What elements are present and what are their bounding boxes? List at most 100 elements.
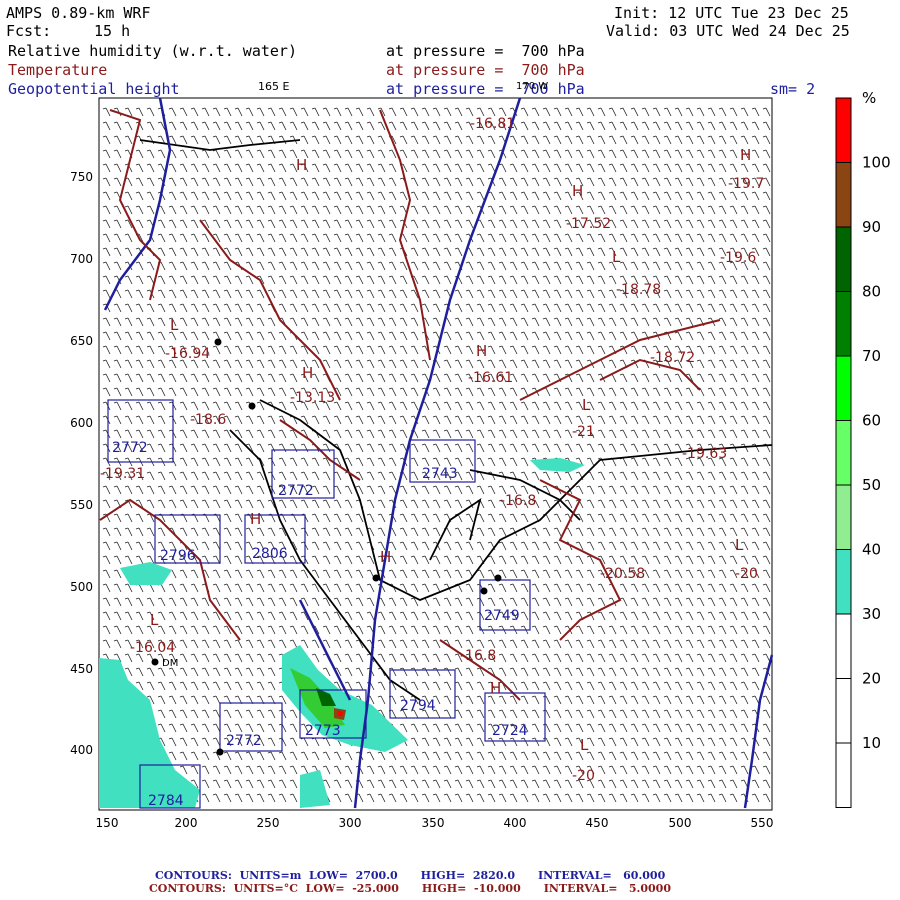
low-marker: L: [170, 316, 179, 334]
x-tick-label: 350: [422, 816, 445, 830]
height-value: 2794: [400, 698, 436, 714]
temperature-value: -19.7: [728, 176, 764, 192]
high-marker: H: [740, 146, 751, 164]
high-marker: H: [380, 548, 391, 566]
colorbar-segment: [835, 162, 852, 228]
height-value: 2772: [226, 733, 262, 749]
low-marker: L: [150, 611, 159, 629]
height-value: 2772: [278, 483, 314, 499]
temperature-value: -19.6: [720, 250, 756, 266]
x-tick-label: 300: [339, 816, 362, 830]
high-marker: H: [572, 182, 583, 200]
temperature-value: -16.81: [470, 116, 515, 132]
colorbar-segment: [835, 97, 852, 163]
colorbar-segment: [835, 355, 852, 421]
station-dot: [372, 574, 380, 582]
temperature-value: -16.04: [130, 640, 175, 656]
high-marker: H: [302, 364, 313, 382]
temperature-value: -18.78: [616, 282, 661, 298]
y-tick-label: 650: [70, 334, 93, 348]
footer-temp-low: LOW= -25.000: [305, 882, 399, 895]
footer-temp-units: UNITS=°C: [233, 882, 298, 895]
colorbar-segment: [835, 549, 852, 615]
colorbar-label: 10: [862, 734, 881, 752]
y-tick-label: 700: [70, 252, 93, 266]
height-value: 2772: [112, 440, 148, 456]
colorbar-segment: [835, 226, 852, 292]
temperature-value: -20: [572, 768, 595, 784]
station-dot: [248, 402, 256, 410]
colorbar-segment: [835, 484, 852, 550]
footer-height-contours: CONTOURS: UNITS=m LOW= 2700.0 HIGH= 2820…: [155, 869, 665, 882]
colorbar-label: 50: [862, 476, 881, 494]
temperature-value: -19.31: [100, 466, 145, 482]
height-value: 2784: [148, 793, 184, 809]
x-tick-label: 150: [96, 816, 119, 830]
footer-height-high: HIGH= 2820.0: [420, 869, 515, 882]
height-value: 2806: [252, 546, 288, 562]
colorbar-label: 60: [862, 412, 881, 430]
y-tick-label: 400: [70, 743, 93, 757]
height-value: 2724: [492, 723, 528, 739]
temperature-value: -19.63: [682, 446, 727, 462]
height-value: 2749: [484, 608, 520, 624]
x-axis-ticks: 150 200 250 300 350 400 450 500 550: [96, 816, 774, 830]
colorbar-segment: [835, 420, 852, 486]
footer-temp-contours: CONTOURS: UNITS=°C LOW= -25.000 HIGH= -1…: [149, 882, 671, 895]
temperature-value: -16.61: [468, 370, 513, 386]
colorbar-label: 100: [862, 154, 891, 172]
height-value: 2773: [305, 723, 341, 739]
low-marker: L: [582, 396, 591, 414]
colorbar-segment: [835, 291, 852, 357]
low-marker: L: [612, 248, 621, 266]
temperature-value: -17.52: [566, 216, 611, 232]
x-tick-label: 550: [751, 816, 774, 830]
footer-temp-interval: INTERVAL= 5.0000: [543, 882, 671, 895]
temperature-value: -13.13: [290, 390, 335, 406]
colorbar-unit: %: [862, 89, 876, 107]
footer-temp-prefix: CONTOURS:: [149, 882, 226, 895]
low-marker: L: [735, 536, 744, 554]
station-dot: [480, 587, 488, 595]
station-dot: [216, 748, 224, 756]
high-marker: H: [476, 342, 487, 360]
colorbar-label: 70: [862, 347, 881, 365]
temperature-value: -16.8: [500, 493, 536, 509]
temperature-value: -20: [735, 566, 758, 582]
station-label: DM: [162, 658, 178, 669]
y-tick-label: 600: [70, 416, 93, 430]
station-dot: [214, 338, 222, 346]
height-value: 2743: [422, 466, 458, 482]
station-dot: [151, 658, 159, 666]
x-tick-label: 500: [669, 816, 692, 830]
temperature-value: -18.6: [190, 412, 226, 428]
high-marker: H: [490, 679, 501, 697]
y-tick-label: 450: [70, 662, 93, 676]
y-tick-label: 500: [70, 580, 93, 594]
footer-temp-high: HIGH= -10.000: [421, 882, 521, 895]
x-tick-label: 250: [257, 816, 280, 830]
weather-map: H H H H H H H H L L L L L L -16.81 -17.52 -19.7 -18.78 -18…: [70, 89, 891, 830]
height-value: 2796: [160, 548, 196, 564]
footer-height-low: LOW= 2700.0: [309, 869, 398, 882]
colorbar-label: 30: [862, 605, 881, 623]
colorbar-segment: [835, 613, 852, 679]
colorbar-label: 20: [862, 670, 881, 688]
x-tick-label: 450: [586, 816, 609, 830]
temperature-value: -21: [572, 424, 595, 440]
low-marker: L: [580, 736, 589, 754]
colorbar-segment: [835, 742, 852, 808]
footer-height-interval: INTERVAL= 60.000: [537, 869, 666, 882]
temperature-value: -20.58: [600, 566, 645, 582]
footer-height-units: UNITS=m: [239, 869, 302, 882]
colorbar-label: 40: [862, 541, 881, 559]
colorbar-label: 80: [862, 283, 881, 301]
x-tick-label: 200: [175, 816, 198, 830]
station-dot: [494, 574, 502, 582]
humidity-colorbar: 100 90 80 70 60 50 40 30 20 10: [835, 97, 891, 808]
y-tick-label: 750: [70, 170, 93, 184]
high-marker: H: [296, 156, 307, 174]
footer-height-prefix: CONTOURS:: [155, 869, 232, 882]
temperature-value: -18.72: [650, 350, 695, 366]
high-marker: H: [250, 510, 261, 528]
